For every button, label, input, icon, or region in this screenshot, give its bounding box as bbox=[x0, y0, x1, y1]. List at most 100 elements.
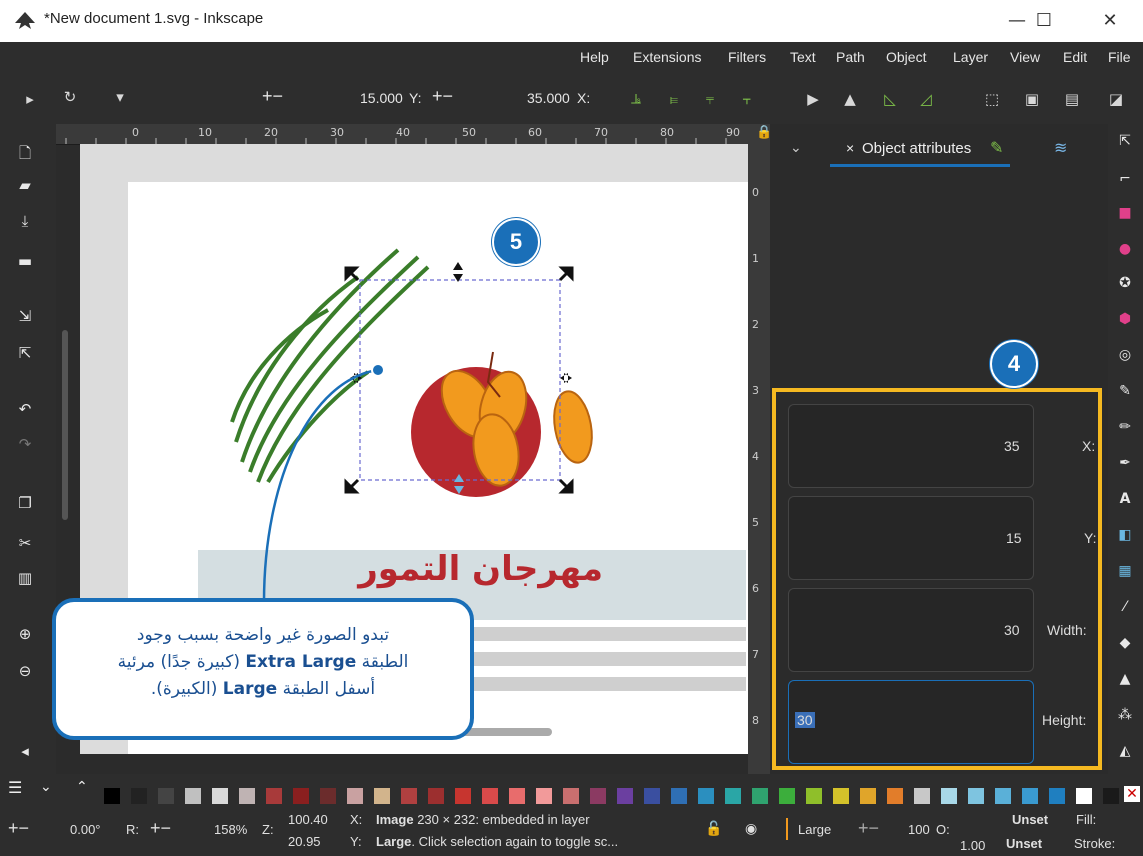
tweak-tool-icon[interactable]: ▲ bbox=[1114, 668, 1136, 690]
y-decrement-increment[interactable]: +− bbox=[432, 86, 453, 107]
spiral-tool-icon[interactable]: ◎ bbox=[1114, 344, 1136, 366]
align-center-icon[interactable]: ⫢ bbox=[664, 90, 684, 108]
distribute-icon[interactable]: ⫟ bbox=[737, 90, 757, 108]
y-field-value[interactable]: 15 bbox=[1006, 530, 1022, 546]
expand-arrow-icon[interactable]: ▸ bbox=[20, 90, 40, 108]
palette-swatch[interactable] bbox=[1076, 788, 1092, 804]
left-scrollbar[interactable] bbox=[62, 330, 68, 520]
palette-swatch[interactable] bbox=[266, 788, 282, 804]
palette-swatch[interactable] bbox=[320, 788, 336, 804]
palette-swatch[interactable] bbox=[617, 788, 633, 804]
align-bottom-icon[interactable]: ⫡ bbox=[626, 90, 646, 108]
palette-swatch[interactable] bbox=[131, 788, 147, 804]
redo-icon[interactable]: ↷ bbox=[14, 433, 36, 455]
mesh-tool-icon[interactable]: ▦ bbox=[1114, 560, 1136, 582]
palette-swatch[interactable] bbox=[833, 788, 849, 804]
rotation-stepper[interactable]: +− bbox=[8, 818, 29, 839]
toggle-visibility-icon[interactable]: ◉ bbox=[745, 820, 757, 837]
export-icon[interactable]: ⇱ bbox=[14, 342, 36, 364]
lower-icon[interactable]: ▣ bbox=[1022, 90, 1042, 108]
open-icon[interactable]: ▰ bbox=[14, 174, 36, 196]
ellipse-tool-icon[interactable]: ● bbox=[1114, 238, 1136, 260]
flip-vertical-icon[interactable]: ▲ bbox=[840, 90, 860, 108]
menu-filters[interactable]: Filters bbox=[728, 49, 766, 65]
calligraphy-tool-icon[interactable]: ✒ bbox=[1114, 452, 1136, 474]
palette-swatch[interactable] bbox=[887, 788, 903, 804]
menu-edit[interactable]: Edit bbox=[1063, 49, 1087, 65]
align-top-icon[interactable]: ⫧ bbox=[700, 90, 720, 108]
pencil-tool-icon[interactable]: ✏ bbox=[1114, 416, 1136, 438]
palette-swatch[interactable] bbox=[401, 788, 417, 804]
menu-help[interactable]: Help bbox=[580, 49, 609, 65]
height-field[interactable] bbox=[788, 680, 1034, 764]
print-icon[interactable]: ▬ bbox=[14, 250, 36, 272]
palette-swatch[interactable] bbox=[374, 788, 390, 804]
close-tab-icon[interactable]: × bbox=[846, 140, 854, 156]
x-field-value[interactable]: 35 bbox=[1004, 438, 1020, 454]
3d-box-tool-icon[interactable]: ⬢ bbox=[1114, 308, 1136, 330]
selector-tool-icon[interactable]: ⇱ bbox=[1114, 130, 1136, 152]
new-document-icon[interactable]: 🗋 bbox=[14, 142, 36, 164]
y-coordinate-input[interactable]: 35.000 bbox=[527, 90, 570, 106]
x-coordinate-input[interactable]: 15.000 bbox=[360, 90, 403, 106]
palette-swatch[interactable] bbox=[671, 788, 687, 804]
rectangle-tool-icon[interactable]: ■ bbox=[1114, 202, 1136, 224]
palette-swatch[interactable] bbox=[752, 788, 768, 804]
import-icon[interactable]: ⇲ bbox=[14, 305, 36, 327]
zoom-selection-icon[interactable]: ⊕ bbox=[14, 623, 36, 645]
palette-swatch[interactable] bbox=[185, 788, 201, 804]
palette-swatch[interactable] bbox=[1022, 788, 1038, 804]
menu-layer[interactable]: Layer bbox=[953, 49, 988, 65]
stroke-value[interactable]: Unset bbox=[1006, 836, 1042, 851]
palette-swatch[interactable] bbox=[995, 788, 1011, 804]
palette-swatch[interactable] bbox=[1049, 788, 1065, 804]
cut-icon[interactable]: ✂ bbox=[14, 532, 36, 554]
x-field[interactable] bbox=[788, 404, 1034, 488]
palette-swatch[interactable] bbox=[428, 788, 444, 804]
menu-extensions[interactable]: Extensions bbox=[633, 49, 701, 65]
text-tool-icon[interactable]: A bbox=[1114, 488, 1136, 510]
dropdown-chevron-icon[interactable]: ▾ bbox=[110, 88, 130, 106]
paint-bucket-tool-icon[interactable]: ◆ bbox=[1114, 632, 1136, 654]
undo-icon[interactable]: ↶ bbox=[14, 398, 36, 420]
save-icon[interactable]: ⤓ bbox=[14, 210, 36, 232]
palette-menu-icon[interactable]: ☰ bbox=[8, 778, 22, 797]
rotation-value[interactable]: 0.00° bbox=[70, 822, 101, 837]
rotate-icon[interactable]: ↻ bbox=[60, 88, 80, 106]
palette-swatch[interactable] bbox=[644, 788, 660, 804]
zoom-stepper[interactable]: +− bbox=[150, 818, 171, 839]
palette-swatch[interactable] bbox=[482, 788, 498, 804]
current-layer[interactable]: Large bbox=[798, 822, 831, 837]
layers-icon[interactable]: ▤ bbox=[1062, 90, 1082, 108]
flip-horizontal-icon[interactable]: ▶ bbox=[803, 90, 823, 108]
palette-down-icon[interactable]: ⌄ bbox=[40, 779, 52, 795]
palette-swatch[interactable] bbox=[806, 788, 822, 804]
palette-swatch[interactable] bbox=[1103, 788, 1119, 804]
palette-swatch[interactable] bbox=[914, 788, 930, 804]
menu-file[interactable]: File bbox=[1108, 49, 1131, 65]
raise-icon[interactable]: ⬚ bbox=[982, 90, 1002, 108]
rotate-ccw-icon[interactable]: ◺ bbox=[880, 90, 900, 108]
bezier-tool-icon[interactable]: ✎ bbox=[1114, 380, 1136, 402]
panel-menu-chevron-icon[interactable]: ⌄ bbox=[790, 140, 802, 156]
opacity-stepper[interactable]: +− bbox=[858, 818, 879, 839]
collapse-arrow-icon[interactable]: ◂ bbox=[14, 740, 36, 762]
palette-swatch[interactable] bbox=[725, 788, 741, 804]
gradient-tool-icon[interactable]: ◧ bbox=[1114, 524, 1136, 546]
palette-swatch[interactable] bbox=[563, 788, 579, 804]
zoom-value[interactable]: 158% bbox=[214, 822, 247, 837]
transform-icon[interactable]: ◪ bbox=[1106, 90, 1126, 108]
palette-swatch[interactable] bbox=[590, 788, 606, 804]
paste-icon[interactable]: ▥ bbox=[14, 567, 36, 589]
rotate-cw-icon[interactable]: ◿ bbox=[916, 90, 936, 108]
palette-swatch[interactable] bbox=[293, 788, 309, 804]
palette-swatch[interactable] bbox=[455, 788, 471, 804]
menu-path[interactable]: Path bbox=[836, 49, 865, 65]
zoom-drawing-icon[interactable]: ⊖ bbox=[14, 660, 36, 682]
close-button[interactable]: ✕ bbox=[1090, 6, 1130, 36]
unlock-layer-icon[interactable]: 🔓 bbox=[705, 820, 722, 837]
x-decrement-increment[interactable]: +− bbox=[262, 86, 283, 107]
y-field[interactable] bbox=[788, 496, 1034, 580]
palette-swatch[interactable] bbox=[536, 788, 552, 804]
maximize-button[interactable]: ☐ bbox=[1024, 6, 1064, 36]
